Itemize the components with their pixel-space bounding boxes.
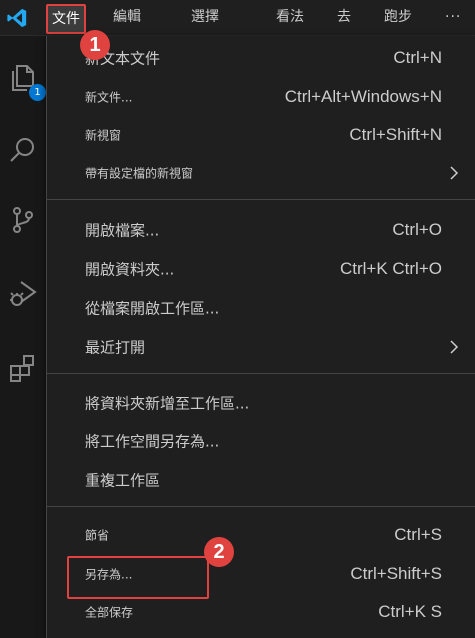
menu-item-open-file[interactable]: 開啟檔案... Ctrl+O (47, 215, 475, 245)
menu-item-open-recent[interactable]: 最近打開 (47, 332, 475, 362)
menu-item-label: 最近打開 (85, 338, 146, 357)
menu-item-save[interactable]: 節省 Ctrl+S (47, 520, 475, 550)
menu-item-shortcut: Ctrl+O (392, 220, 442, 239)
menu-item-label: 新文件... (85, 90, 133, 105)
menu-selection[interactable]: 選擇 (191, 7, 219, 27)
menu-separator (47, 199, 475, 200)
menu-item-duplicate-workspace[interactable]: 重複工作區 (47, 465, 475, 495)
menu-item-shortcut: Ctrl+N (393, 48, 442, 67)
menu-item-new-file[interactable]: 新文件... Ctrl+Alt+Windows+N (47, 82, 475, 112)
step-2-callout: 2 (204, 537, 234, 567)
menu-item-save-all[interactable]: 全部保存 Ctrl+K S (47, 597, 475, 627)
menu-item-add-folder-to-workspace[interactable]: 將資料夾新增至工作區... (47, 388, 475, 418)
vscode-logo-icon (7, 8, 27, 28)
menu-item-label: 從檔案開啟工作區... (85, 299, 220, 318)
file-menu-dropdown: 新文本文件 Ctrl+N 新文件... Ctrl+Alt+Windows+N 新… (46, 36, 475, 638)
save-as-highlight (67, 556, 209, 599)
menu-edit[interactable]: 編輯 (113, 7, 141, 27)
menu-more-button[interactable]: ··· (445, 7, 461, 27)
menu-item-label: 將工作空間另存為... (85, 432, 220, 451)
menu-item-new-text-file[interactable]: 新文本文件 Ctrl+N (47, 43, 475, 73)
explorer-badge: 1 (29, 84, 46, 101)
menu-item-new-window-with-profile[interactable]: 帶有設定檔的新視窗 (47, 158, 475, 188)
menu-go[interactable]: 去 (337, 7, 351, 27)
source-control-icon[interactable] (7, 204, 39, 236)
menu-item-label: 開啟資料夾... (85, 260, 175, 279)
title-bar: 文件 編輯 選擇 看法 去 跑步 ··· (0, 0, 475, 36)
menu-item-shortcut: Ctrl+Shift+N (349, 125, 442, 144)
menu-item-open-workspace-from-file[interactable]: 從檔案開啟工作區... (47, 293, 475, 323)
menu-item-label: 帶有設定檔的新視窗 (85, 166, 194, 181)
menu-separator (47, 373, 475, 374)
menu-item-label: 開啟檔案... (85, 221, 160, 240)
menu-item-save-workspace-as[interactable]: 將工作空間另存為... (47, 426, 475, 456)
menu-item-shortcut: Ctrl+Shift+S (350, 564, 442, 583)
menu-item-label: 將資料夾新增至工作區... (85, 394, 250, 413)
menu-item-shortcut: Ctrl+K Ctrl+O (339, 259, 442, 278)
menu-item-shortcut: Ctrl+K S (378, 602, 442, 621)
menu-item-label: 節省 (85, 528, 110, 543)
menu-item-shortcut: Ctrl+Alt+Windows+N (284, 87, 442, 106)
menu-run[interactable]: 跑步 (384, 7, 412, 27)
extensions-icon[interactable] (7, 352, 39, 384)
menu-item-shortcut: Ctrl+S (394, 525, 442, 544)
menu-item-label: 重複工作區 (85, 471, 161, 490)
activity-bar: 1 (0, 36, 47, 638)
search-icon[interactable] (7, 134, 39, 166)
menu-item-label: 全部保存 (85, 605, 134, 620)
menu-separator (47, 506, 475, 507)
chevron-right-icon (450, 340, 459, 354)
step-1-callout: 1 (80, 30, 110, 60)
menu-item-label: 新視窗 (85, 128, 122, 143)
chevron-right-icon (450, 166, 459, 180)
menu-item-open-folder[interactable]: 開啟資料夾... Ctrl+K Ctrl+O (47, 254, 475, 284)
menu-item-new-window[interactable]: 新視窗 Ctrl+Shift+N (47, 120, 475, 150)
menu-file[interactable]: 文件 (46, 4, 86, 34)
run-debug-icon[interactable] (7, 278, 39, 310)
menu-view[interactable]: 看法 (276, 7, 304, 27)
